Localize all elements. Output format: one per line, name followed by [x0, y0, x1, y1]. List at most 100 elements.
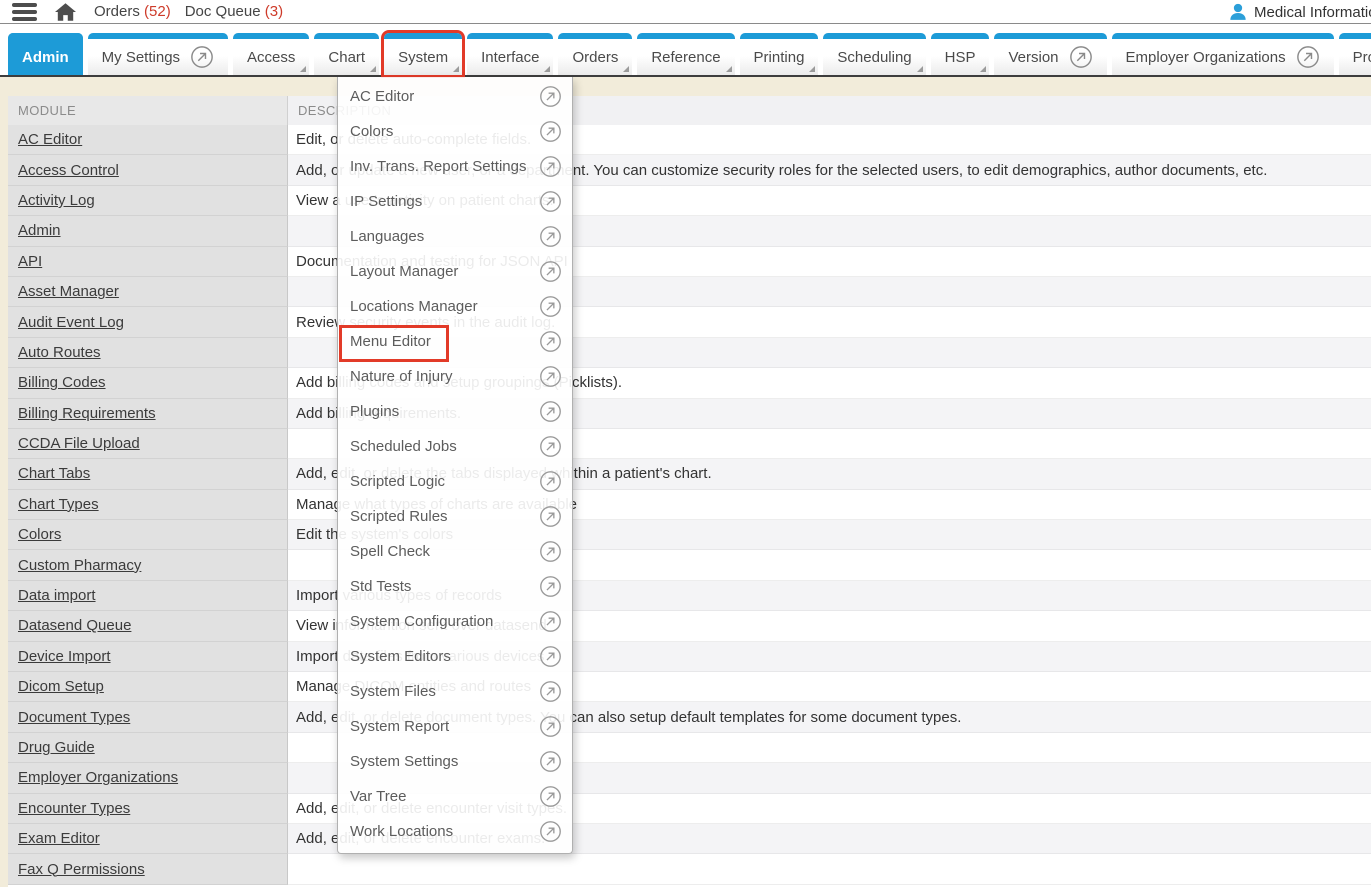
menu-item-ip-settings[interactable]: IP Settings [338, 184, 572, 219]
menu-item-system-files[interactable]: System Files [338, 674, 572, 709]
menu-item-work-locations[interactable]: Work Locations [338, 814, 572, 849]
module-link[interactable]: Drug Guide [18, 739, 95, 756]
menu-item-label: Layout Manager [350, 263, 539, 280]
tab-provider-management[interactable]: Provider Management [1339, 33, 1371, 75]
open-in-new-window-icon[interactable] [539, 820, 562, 843]
module-link[interactable]: Audit Event Log [18, 314, 124, 331]
open-in-new-window-icon[interactable] [539, 715, 562, 738]
module-link[interactable]: Employer Organizations [18, 769, 178, 786]
open-in-new-window-icon[interactable] [539, 435, 562, 458]
open-in-new-window-icon[interactable] [539, 225, 562, 248]
module-link[interactable]: Encounter Types [18, 800, 130, 817]
open-in-new-window-icon[interactable] [539, 575, 562, 598]
table-row-fax-q-permissions: Fax Q Permissions [8, 854, 1371, 884]
open-in-new-window-icon[interactable] [539, 785, 562, 808]
tab-my-settings[interactable]: My Settings [88, 33, 228, 75]
tab-version[interactable]: Version [994, 33, 1106, 75]
module-link[interactable]: Chart Types [18, 496, 99, 513]
open-in-new-window-icon[interactable] [539, 85, 562, 108]
menu-item-menu-editor[interactable]: Menu Editor [338, 324, 572, 359]
module-link[interactable]: Fax Q Permissions [18, 861, 145, 878]
menu-item-locations-manager[interactable]: Locations Manager [338, 289, 572, 324]
module-link[interactable]: Activity Log [18, 192, 95, 209]
module-link[interactable]: AC Editor [18, 131, 82, 148]
module-link[interactable]: CCDA File Upload [18, 435, 140, 452]
tab-chart[interactable]: Chart [314, 33, 379, 75]
module-link[interactable]: Billing Codes [18, 374, 106, 391]
menu-item-spell-check[interactable]: Spell Check [338, 534, 572, 569]
module-link[interactable]: Datasend Queue [18, 617, 131, 634]
tab-orders[interactable]: Orders [558, 33, 632, 75]
menu-item-system-configuration[interactable]: System Configuration [338, 604, 572, 639]
menu-item-colors[interactable]: Colors [338, 114, 572, 149]
dropdown-corner-icon [453, 66, 459, 72]
menu-item-inv-trans-report-settings[interactable]: Inv. Trans. Report Settings [338, 149, 572, 184]
open-in-new-window-icon[interactable] [539, 610, 562, 633]
tab-reference[interactable]: Reference [637, 33, 734, 75]
open-in-new-window-icon[interactable] [539, 365, 562, 388]
tab-hsp[interactable]: HSP [931, 33, 990, 75]
home-icon[interactable] [55, 3, 76, 21]
module-table: MODULE DESCRIPTION AC Editor Edit, or de… [8, 96, 1371, 887]
module-link[interactable]: Exam Editor [18, 830, 100, 847]
menu-item-system-settings[interactable]: System Settings [338, 744, 572, 779]
module-link[interactable]: Device Import [18, 648, 111, 665]
tab-system[interactable]: System [384, 33, 462, 75]
tab-scheduling[interactable]: Scheduling [823, 33, 925, 75]
menu-item-system-editors[interactable]: System Editors [338, 639, 572, 674]
menu-item-nature-of-injury[interactable]: Nature of Injury [338, 359, 572, 394]
open-in-new-window-icon[interactable] [539, 400, 562, 423]
open-in-new-window-icon[interactable] [539, 120, 562, 143]
open-in-new-window-icon[interactable] [539, 295, 562, 318]
module-link[interactable]: Billing Requirements [18, 405, 156, 422]
module-link[interactable]: Colors [18, 526, 61, 543]
menu-item-plugins[interactable]: Plugins [338, 394, 572, 429]
dropdown-corner-icon [917, 66, 923, 72]
tab-employer-organizations[interactable]: Employer Organizations [1112, 33, 1334, 75]
module-link[interactable]: Auto Routes [18, 344, 101, 361]
module-link[interactable]: Admin [18, 222, 61, 239]
menu-item-ac-editor[interactable]: AC Editor [338, 79, 572, 114]
module-link[interactable]: Chart Tabs [18, 465, 90, 482]
menu-item-scripted-logic[interactable]: Scripted Logic [338, 464, 572, 499]
menu-item-var-tree[interactable]: Var Tree [338, 779, 572, 814]
module-cell: Audit Event Log [8, 307, 288, 337]
module-link[interactable]: Access Control [18, 162, 119, 179]
open-in-new-window-icon[interactable] [539, 505, 562, 528]
menu-item-scheduled-jobs[interactable]: Scheduled Jobs [338, 429, 572, 464]
module-link[interactable]: Document Types [18, 709, 130, 726]
tab-access[interactable]: Access [233, 33, 309, 75]
menu-item-label: System Report [350, 718, 539, 735]
tab-printing[interactable]: Printing [740, 33, 819, 75]
open-in-new-window-icon[interactable] [539, 470, 562, 493]
module-link[interactable]: Data import [18, 587, 96, 604]
doc-queue-link[interactable]: Doc Queue (3) [185, 3, 283, 20]
left-margin-strip [0, 77, 8, 887]
hamburger-menu-icon[interactable] [12, 3, 37, 21]
tab-admin[interactable]: Admin [8, 33, 83, 75]
open-in-new-window-icon[interactable] [539, 155, 562, 178]
module-link[interactable]: Asset Manager [18, 283, 119, 300]
open-in-new-window-icon[interactable] [539, 645, 562, 668]
module-link[interactable]: API [18, 253, 42, 270]
menu-item-scripted-rules[interactable]: Scripted Rules [338, 499, 572, 534]
menu-item-layout-manager[interactable]: Layout Manager [338, 254, 572, 289]
module-link[interactable]: Dicom Setup [18, 678, 104, 695]
user-menu[interactable]: Medical Informatic [1228, 0, 1371, 24]
table-row-datasend-queue: Datasend Queue View informantion sent ov… [8, 611, 1371, 641]
module-link[interactable]: Custom Pharmacy [18, 557, 141, 574]
open-in-new-window-icon[interactable] [539, 330, 562, 353]
orders-queue-link[interactable]: Orders (52) [94, 3, 171, 20]
tab-interface[interactable]: Interface [467, 33, 553, 75]
open-in-new-window-icon[interactable] [539, 260, 562, 283]
orders-label: Orders [94, 3, 140, 20]
open-in-new-window-icon[interactable] [539, 190, 562, 213]
menu-item-std-tests[interactable]: Std Tests [338, 569, 572, 604]
module-cell: Admin [8, 216, 288, 246]
open-in-new-window-icon[interactable] [539, 540, 562, 563]
menu-item-label: Scripted Logic [350, 473, 539, 490]
open-in-new-window-icon[interactable] [539, 750, 562, 773]
menu-item-languages[interactable]: Languages [338, 219, 572, 254]
menu-item-system-report[interactable]: System Report [338, 709, 572, 744]
open-in-new-window-icon[interactable] [539, 680, 562, 703]
